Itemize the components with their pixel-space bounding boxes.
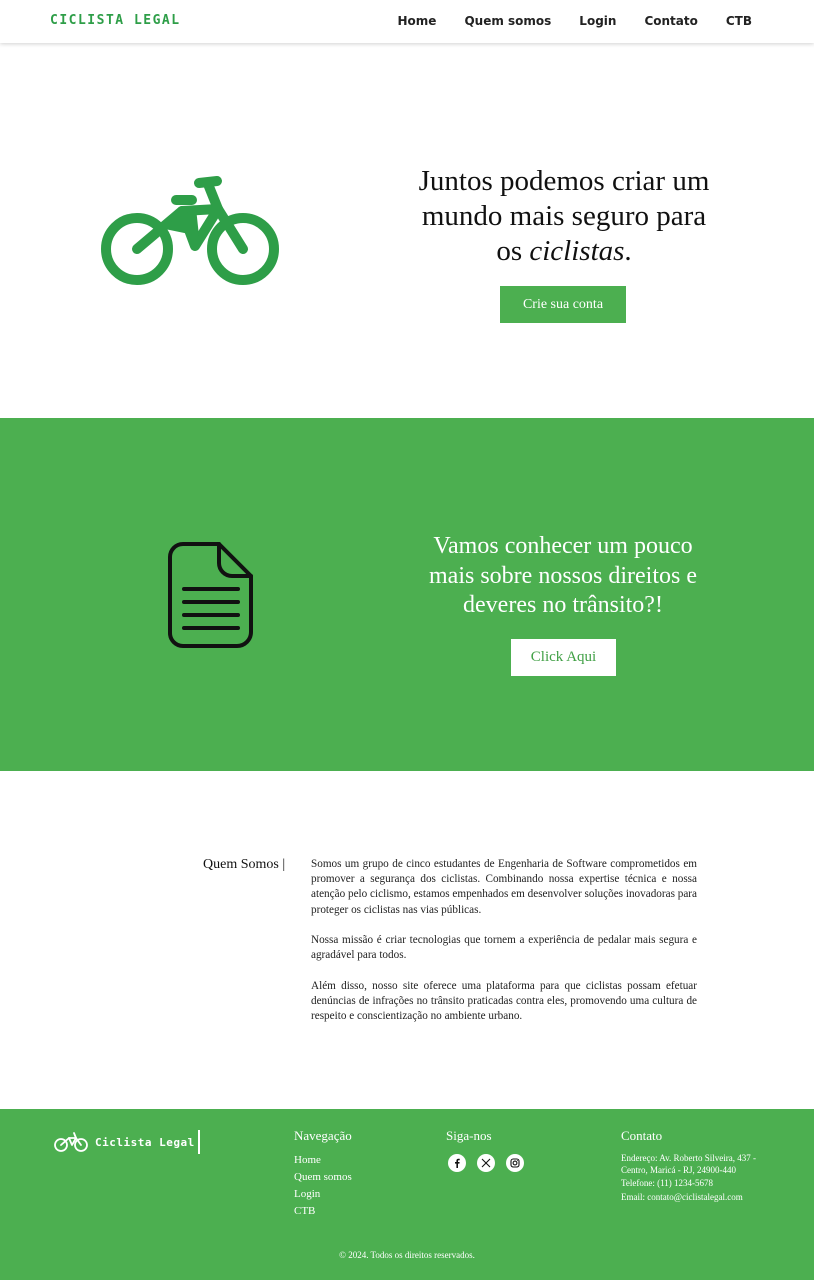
about-paragraph-3: Além disso, nosso site oferece uma plata… xyxy=(311,980,697,1023)
hero-heading-line1: Juntos podemos criar um xyxy=(418,165,710,197)
nav-contato[interactable]: Contato xyxy=(644,14,697,28)
contact-address: Endereço: Av. Roberto Silveira, 437 - Ce… xyxy=(621,1153,756,1175)
nav-login[interactable]: Login xyxy=(579,14,616,28)
instagram-icon[interactable] xyxy=(506,1154,524,1172)
about-paragraph-1: Somos um grupo de cinco estudantes de En… xyxy=(311,858,697,916)
footer: Ciclista Legal Navegação Home Quem somos… xyxy=(0,1109,814,1280)
copyright: © 2024. Todos os direitos reservados. xyxy=(339,1250,475,1260)
contact-info: Endereço: Av. Roberto Silveira, 437 - Ce… xyxy=(621,1153,771,1205)
hero-heading-emphasis: ciclistas xyxy=(529,235,625,267)
x-icon[interactable] xyxy=(477,1154,495,1172)
nav-home[interactable]: Home xyxy=(398,14,437,28)
footer-nav-links: Home Quem somos Login CTB xyxy=(294,1153,352,1218)
bicycle-icon xyxy=(101,176,279,285)
footer-divider xyxy=(198,1130,200,1154)
top-header: Ciclista Legal Home Quem somos Login Con… xyxy=(0,0,814,43)
nav-quem-somos[interactable]: Quem somos xyxy=(464,14,551,28)
footer-link-home[interactable]: Home xyxy=(294,1153,352,1167)
contact-email[interactable]: Email: contato@ciclistalegal.com xyxy=(621,1192,771,1204)
document-icon xyxy=(168,542,253,648)
footer-link-quem-somos[interactable]: Quem somos xyxy=(294,1170,352,1184)
site-logo[interactable]: Ciclista Legal xyxy=(50,13,181,28)
hero-heading-line2: mundo mais seguro para xyxy=(421,200,707,232)
footer-nav-title: Navegação xyxy=(294,1128,352,1143)
facebook-icon[interactable] xyxy=(448,1154,466,1172)
nav-ctb[interactable]: CTB xyxy=(726,14,752,28)
create-account-button[interactable]: Crie sua conta xyxy=(500,286,626,323)
footer-link-ctb[interactable]: CTB xyxy=(294,1204,352,1218)
about-text: Somos um grupo de cinco estudantes de En… xyxy=(311,857,697,1040)
bicycle-icon xyxy=(54,1132,88,1152)
social-links xyxy=(448,1154,524,1172)
main-nav: Home Quem somos Login Contato CTB xyxy=(398,14,752,28)
footer-logo[interactable]: Ciclista Legal xyxy=(54,1131,195,1153)
footer-social-title: Siga-nos xyxy=(446,1128,492,1143)
footer-link-login[interactable]: Login xyxy=(294,1187,352,1201)
about-paragraph-2: Nossa missão é criar tecnologias que tor… xyxy=(311,934,697,962)
contact-phone: Telefone: (11) 1234-5678 xyxy=(621,1178,714,1188)
hero-heading: Juntos podemos criar um mundo mais segur… xyxy=(398,164,730,269)
hero-heading-line3-prefix: os xyxy=(496,235,530,267)
click-here-button[interactable]: Click Aqui xyxy=(511,639,616,676)
footer-logo-text: Ciclista Legal xyxy=(95,1135,195,1149)
about-label: Quem Somos | xyxy=(203,857,286,872)
hero-heading-line3-suffix: . xyxy=(624,235,632,267)
rights-heading: Vamos conhecer um pouco mais sobre nosso… xyxy=(429,533,697,618)
footer-contact-title: Contato xyxy=(621,1128,663,1143)
